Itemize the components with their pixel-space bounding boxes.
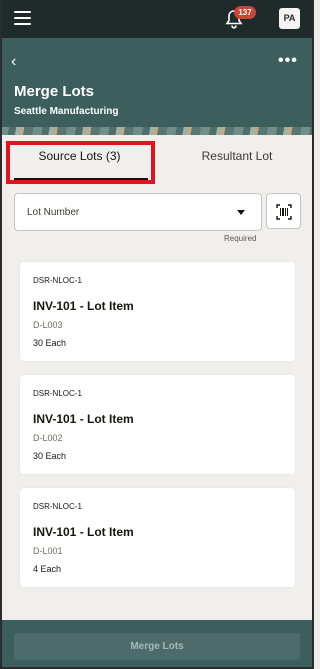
lot-card-item: INV-101 - Lot Item — [33, 525, 134, 539]
lot-number-label: Lot Number — [27, 207, 80, 218]
top-bar: 137 PA — [0, 0, 314, 38]
required-hint: Required — [224, 234, 257, 243]
hamburger-icon[interactable] — [14, 11, 31, 25]
page-header: ‹ ••• Merge Lots Seattle Manufacturing — [0, 38, 314, 135]
chevron-left-icon[interactable]: ‹ — [11, 54, 25, 70]
content-panel: Source Lots (3) Resultant Lot Lot Number… — [2, 135, 312, 620]
barcode-scan-icon — [276, 204, 292, 220]
merge-lots-button[interactable]: Merge Lots — [14, 633, 300, 660]
lot-card-item: INV-101 - Lot Item — [33, 412, 134, 426]
lot-card[interactable]: DSR-NLOC-1 INV-101 - Lot Item D-L002 30 … — [20, 375, 295, 474]
lot-card-location: DSR-NLOC-1 — [33, 276, 82, 285]
lot-card[interactable]: DSR-NLOC-1 INV-101 - Lot Item D-L001 4 E… — [20, 488, 295, 587]
footer-bar: Merge Lots — [0, 620, 314, 669]
notification-badge: 137 — [234, 6, 256, 19]
lot-card-lot: D-L001 — [33, 546, 63, 556]
lot-card-lot: D-L002 — [33, 433, 63, 443]
page-title: Merge Lots — [14, 83, 95, 100]
header-decoration — [0, 127, 314, 135]
lot-card-item: INV-101 - Lot Item — [33, 299, 134, 313]
lot-card-location: DSR-NLOC-1 — [33, 389, 82, 398]
page-subtitle: Seattle Manufacturing — [14, 106, 119, 117]
ellipsis-icon[interactable]: ••• — [278, 53, 297, 69]
tab-resultant-lot[interactable]: Resultant Lot — [162, 149, 312, 163]
barcode-scan-button[interactable] — [266, 193, 301, 229]
lot-card-quantity: 30 Each — [33, 338, 67, 348]
lot-card-lot: D-L003 — [33, 320, 63, 330]
lot-card-quantity: 30 Each — [33, 451, 67, 461]
caret-down-icon — [237, 210, 245, 215]
lot-card-location: DSR-NLOC-1 — [33, 502, 82, 511]
lot-number-select[interactable]: Lot Number — [14, 193, 262, 231]
highlight-box — [6, 141, 155, 184]
tab-bar: Source Lots (3) Resultant Lot — [2, 135, 312, 185]
lot-card-quantity: 4 Each — [33, 564, 62, 574]
avatar[interactable]: PA — [279, 8, 300, 29]
lot-card[interactable]: DSR-NLOC-1 INV-101 - Lot Item D-L003 30 … — [20, 262, 295, 361]
